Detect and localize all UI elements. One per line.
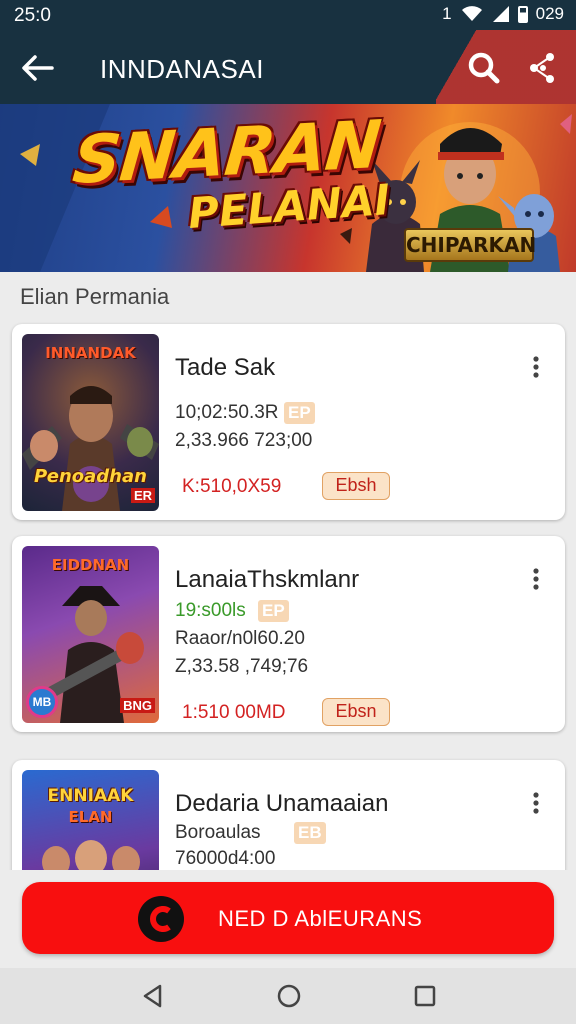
thumbnail-logo: MB <box>26 686 58 718</box>
game-card[interactable]: EIDDNAN MB BNG LanaiaThskmlanr 19:s00ls … <box>12 536 565 732</box>
c-logo-icon <box>150 906 171 932</box>
thumbnail-badge: BNG <box>120 698 155 713</box>
card-title: LanaiaThskmlanr <box>175 566 360 593</box>
square-recent-icon <box>414 985 436 1007</box>
card-action-button[interactable]: Ebsn <box>322 698 390 726</box>
share-icon <box>530 53 554 83</box>
wifi-icon <box>461 6 482 21</box>
more-vertical-icon <box>533 356 539 378</box>
status-time-right: 029 <box>535 4 564 23</box>
search-button[interactable] <box>464 48 504 88</box>
status-time: 25:0 <box>14 5 51 26</box>
card-info-line: 76000d4:00 <box>175 848 276 869</box>
thumbnail-title: INNANDAK <box>45 344 136 362</box>
nav-back-button[interactable] <box>140 982 166 1010</box>
status-icons: 1 029 <box>442 4 564 24</box>
game-card[interactable]: INNANDAK Penoadhan ER Tade Sak 10;02:50.… <box>12 324 565 520</box>
card-price: 1:510 00MD <box>182 702 286 723</box>
back-button[interactable] <box>18 48 58 88</box>
card-title: Dedaria Unamaaian <box>175 790 389 817</box>
card-info-line: 10;02:50.3R <box>175 402 279 423</box>
circle-home-icon <box>277 984 301 1008</box>
nav-recent-button[interactable] <box>412 982 438 1010</box>
signal-icon <box>492 6 509 22</box>
status-bar: 25:0 1 029 <box>0 0 576 30</box>
more-options-button[interactable] <box>524 354 548 380</box>
card-tag: EP <box>258 600 289 622</box>
thumbnail-title: ENNIAAK <box>47 786 134 806</box>
game-thumbnail: EIDDNAN MB BNG <box>22 546 159 723</box>
card-tag: EP <box>284 402 315 424</box>
app-bar: INNDANASAI <box>0 30 576 104</box>
thumbnail-badge: ER <box>130 488 155 503</box>
banner-badge: CHIPARKAN <box>404 228 536 262</box>
share-button[interactable] <box>522 48 562 88</box>
vibrate-icon: 1 <box>442 4 452 23</box>
game-thumbnail: INNANDAK Penoadhan ER <box>22 334 159 511</box>
more-vertical-icon <box>533 792 539 814</box>
card-info-line: 19:s00ls <box>175 600 246 621</box>
battery-icon <box>517 5 528 23</box>
cta-label: NED D AblEURANS <box>218 906 423 931</box>
cta-icon <box>138 896 184 942</box>
card-info-line: 2,33.966 723;00 <box>175 430 313 451</box>
cta-button[interactable]: NED D AblEURANS <box>22 882 554 954</box>
more-vertical-icon <box>533 568 539 590</box>
card-info-line: Boroaulas <box>175 822 261 843</box>
thumbnail-title: EIDDNAN <box>51 556 130 574</box>
thumbnail-subtitle: ELAN <box>68 808 113 826</box>
card-action-button[interactable]: Ebsh <box>322 472 390 500</box>
card-tag: EB <box>294 822 326 844</box>
card-info-line: Raaor/n0l60.20 <box>175 628 305 649</box>
arrow-left-icon <box>22 55 54 81</box>
card-info-line: Z,33.58 ,749;76 <box>175 656 309 677</box>
thumbnail-subtitle: Penoadhan <box>34 466 147 487</box>
triangle-back-icon <box>143 984 162 1008</box>
more-options-button[interactable] <box>524 566 548 592</box>
promo-banner[interactable]: SNARAN PELANAI CHIPARKAN <box>0 104 576 272</box>
nav-home-button[interactable] <box>276 982 302 1010</box>
app-title: INNDANASAI <box>100 54 264 84</box>
section-title: Elian Permania <box>20 284 170 309</box>
system-nav-bar <box>0 968 576 1024</box>
card-title: Tade Sak <box>175 354 276 381</box>
card-price: K:510,0X59 <box>182 476 282 497</box>
more-options-button[interactable] <box>524 790 548 816</box>
search-icon <box>468 52 500 84</box>
